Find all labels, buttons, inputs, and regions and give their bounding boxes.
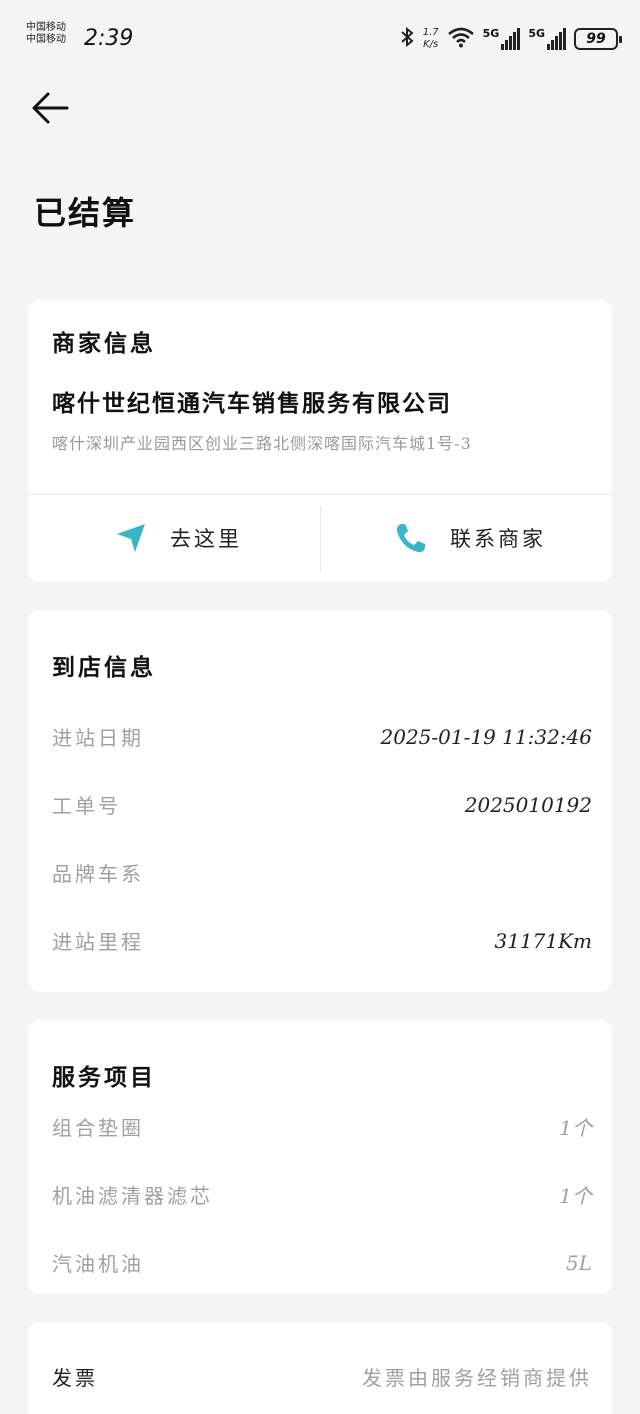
invoice-value: 发票由服务经销商提供 — [362, 1366, 592, 1390]
row-value: 5L — [565, 1250, 592, 1275]
bluetooth-icon — [399, 25, 415, 53]
invoice-card: 发票 发票由服务经销商提供 — [28, 1322, 612, 1414]
contact-label: 联系商家 — [450, 527, 546, 551]
clock: 2:39 — [84, 26, 134, 51]
merchant-name: 喀什世纪恒通汽车销售服务有限公司 — [52, 390, 452, 417]
row-label: 进站日期 — [52, 726, 144, 750]
carrier-2: 中国移动 — [26, 34, 66, 45]
navigation-arrow-icon — [117, 524, 145, 552]
battery-level: 99 — [586, 31, 606, 47]
divider — [320, 506, 321, 572]
info-row-work-order: 工单号 2025010192 — [52, 790, 592, 819]
arrival-info-card: 到店信息 进站日期 2025-01-19 11:32:46 工单号 202501… — [28, 610, 612, 992]
row-label: 组合垫圈 — [52, 1116, 144, 1140]
services-section-title: 服务项目 — [52, 1064, 156, 1091]
row-label: 工单号 — [52, 794, 121, 818]
list-item: 汽油机油 5L — [52, 1248, 592, 1277]
network-speed: 1.7 K/s — [423, 27, 439, 51]
phone-icon — [396, 524, 425, 553]
info-row-arrival-date: 进站日期 2025-01-19 11:32:46 — [52, 722, 592, 751]
divider — [28, 494, 612, 495]
row-value: 2025010192 — [464, 792, 592, 817]
network-speed-unit: K/s — [423, 39, 439, 50]
contact-merchant-button[interactable]: 联系商家 — [394, 496, 546, 580]
navigate-label: 去这里 — [170, 527, 242, 551]
back-button[interactable] — [30, 86, 78, 130]
info-row-brand-series: 品牌车系 — [52, 858, 592, 887]
arrival-section-title: 到店信息 — [52, 654, 156, 681]
cellular-signal-1-icon: 5G — [482, 27, 521, 50]
carrier-info: 中国移动 中国移动 — [26, 22, 82, 46]
list-item: 组合垫圈 1个 — [52, 1112, 592, 1141]
signal-1-label: 5G — [482, 27, 500, 40]
info-row-mileage: 进站里程 31171Km — [52, 926, 592, 955]
merchant-address: 喀什深圳产业园西区创业三路北侧深喀国际汽车城1号-3 — [52, 434, 472, 453]
row-value: 31171Km — [494, 928, 592, 953]
row-label: 机油滤清器滤芯 — [52, 1184, 213, 1208]
arrow-left-icon — [32, 92, 69, 124]
row-value: 2025-01-19 11:32:46 — [380, 724, 593, 749]
page-title: 已结算 — [34, 194, 137, 232]
row-label: 品牌车系 — [52, 862, 144, 886]
cellular-signal-2-icon: 5G — [528, 27, 566, 50]
row-label: 进站里程 — [52, 930, 144, 954]
row-value: 1个 — [559, 1116, 592, 1140]
row-value: 1个 — [559, 1184, 592, 1208]
invoice-row: 发票 发票由服务经销商提供 — [52, 1362, 592, 1391]
network-speed-value: 1.7 — [422, 27, 439, 38]
invoice-label: 发票 — [52, 1366, 98, 1390]
row-label: 汽油机油 — [52, 1252, 144, 1276]
status-icons: 1.7 K/s 5G 5G 99 — [399, 24, 622, 54]
merchant-section-title: 商家信息 — [52, 330, 156, 357]
signal-2-label: 5G — [528, 27, 545, 40]
status-bar: 中国移动 中国移动 2:39 1.7 K/s 5G 5G 99 — [0, 0, 640, 80]
wifi-icon — [447, 26, 475, 52]
navigate-button[interactable]: 去这里 — [114, 496, 242, 580]
carrier-1: 中国移动 — [26, 22, 66, 33]
list-item: 机油滤清器滤芯 1个 — [52, 1180, 592, 1209]
battery-icon: 99 — [574, 28, 622, 50]
merchant-card: 商家信息 喀什世纪恒通汽车销售服务有限公司 喀什深圳产业园西区创业三路北侧深喀国… — [28, 300, 612, 582]
service-items-card: 服务项目 组合垫圈 1个 机油滤清器滤芯 1个 汽油机油 5L — [28, 1020, 612, 1294]
